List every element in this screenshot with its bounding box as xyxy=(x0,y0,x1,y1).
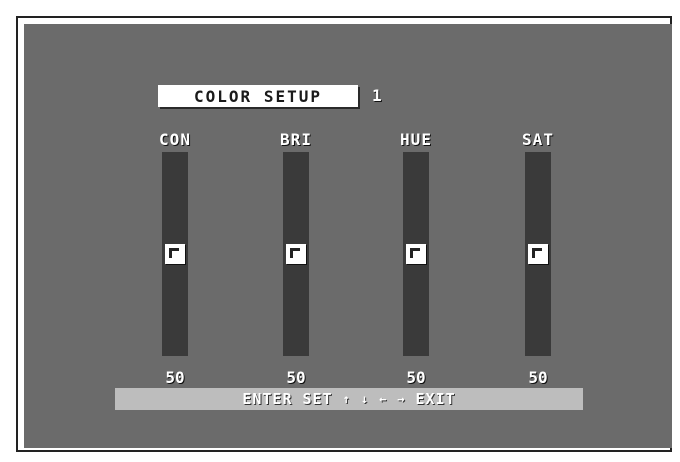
slider-value: 50 xyxy=(286,368,306,387)
slider-thumb[interactable] xyxy=(406,244,426,264)
slider-label: SAT xyxy=(522,130,554,149)
slider-value: 50 xyxy=(406,368,426,387)
slider-thumb[interactable] xyxy=(286,244,306,264)
help-bar: ENTER SET ↑ ↓ ← → EXIT xyxy=(115,388,583,410)
arrow-up-icon: ↑ xyxy=(342,392,351,406)
exit-hint: EXIT xyxy=(415,390,456,408)
menu-page-number: 1 xyxy=(372,86,382,105)
set-hint: SET xyxy=(302,390,333,408)
slider-label: BRI xyxy=(280,130,312,149)
slider-thumb[interactable] xyxy=(165,244,185,264)
menu-title: COLOR SETUP xyxy=(158,85,358,107)
arrow-down-icon: ↓ xyxy=(360,392,370,406)
arrow-right-icon: → xyxy=(397,392,406,406)
enter-hint: ENTER xyxy=(242,390,293,408)
slider-label: HUE xyxy=(400,130,432,149)
slider-value: 50 xyxy=(165,368,185,387)
slider-track[interactable] xyxy=(162,152,188,356)
arrow-left-icon: ← xyxy=(379,392,388,406)
slider-track[interactable] xyxy=(525,152,551,356)
slider-thumb[interactable] xyxy=(528,244,548,264)
slider-track[interactable] xyxy=(403,152,429,356)
slider-track[interactable] xyxy=(283,152,309,356)
slider-value: 50 xyxy=(528,368,548,387)
slider-label: CON xyxy=(159,130,191,149)
